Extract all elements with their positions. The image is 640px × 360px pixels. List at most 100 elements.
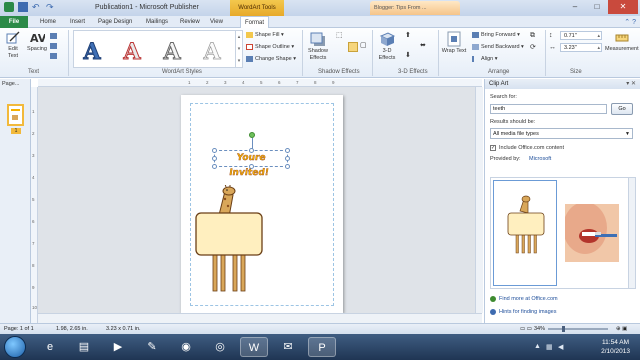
tilt-up-icon[interactable]: ⬆ xyxy=(405,32,411,40)
edit-text-button[interactable]: Edit Text xyxy=(3,31,23,60)
window-controls: – □ ✕ xyxy=(564,0,638,14)
width-input[interactable]: 3.23" xyxy=(560,43,602,52)
same-letter-heights-icon[interactable] xyxy=(50,32,59,40)
publisher-app-icon[interactable] xyxy=(4,2,14,12)
media-type-select[interactable]: All media file types ▼ xyxy=(490,128,633,139)
wordart-style-light[interactable]: A xyxy=(200,37,224,67)
results-scrollbar[interactable] xyxy=(628,178,635,288)
rotate-icon[interactable]: ⟳ xyxy=(530,44,536,52)
publication-page[interactable]: Youre Invited! xyxy=(181,95,343,313)
vertical-scrollbar[interactable] xyxy=(475,87,483,313)
zoom-level: 34% xyxy=(534,326,546,332)
shape-fill-button[interactable]: Shape Fill ▾ xyxy=(246,31,284,39)
chevron-down-icon: ▼ xyxy=(625,131,630,137)
resize-handle-top-left[interactable] xyxy=(212,148,217,153)
tab-page-design[interactable]: Page Design xyxy=(98,16,132,28)
volume-icon[interactable]: ◀ xyxy=(558,343,563,351)
tab-format[interactable]: Format xyxy=(240,16,270,28)
bring-forward-button[interactable]: Bring Forward ▾ xyxy=(472,31,520,39)
wordart-style-red[interactable]: A xyxy=(120,37,144,67)
resize-handle-right[interactable] xyxy=(285,156,290,161)
wordart-text[interactable]: Youre Invited! xyxy=(218,151,284,178)
page-thumbnail[interactable] xyxy=(7,104,24,126)
horizontal-scrollbar[interactable] xyxy=(38,313,482,323)
view-buttons-icon[interactable]: ▭ ▭ xyxy=(520,324,532,334)
clip-art-results xyxy=(490,177,636,289)
close-pane-icon[interactable]: ▾ ✕ xyxy=(626,79,636,89)
shadow-effects-button[interactable]: Shadow Effects xyxy=(305,31,331,62)
change-shape-button[interactable]: Change Shape ▾ xyxy=(246,55,296,63)
height-icon: ↕ xyxy=(549,32,553,39)
show-hidden-icons-icon[interactable]: ▲ xyxy=(534,343,541,350)
search-input[interactable]: teeth xyxy=(490,104,607,114)
tilt-right-icon[interactable]: ⬌ xyxy=(420,42,426,50)
publisher-taskbar-icon[interactable]: P xyxy=(308,337,336,357)
media-player-icon[interactable]: ▶ xyxy=(104,337,132,357)
wordart-style-gray[interactable]: A xyxy=(160,37,184,67)
align-text-icon[interactable] xyxy=(50,52,59,60)
align-button[interactable]: Align ▾ xyxy=(472,55,498,63)
tab-insert[interactable]: Insert xyxy=(70,16,85,28)
clip-art-pane: Clip Art ▾ ✕ Search for: teeth Go Result… xyxy=(484,79,640,323)
tab-home[interactable]: Home xyxy=(40,16,56,28)
vertical-text-icon[interactable] xyxy=(50,42,59,50)
browser-tab[interactable]: Blogger: Tips From ... xyxy=(370,1,460,15)
tilt-down-icon[interactable]: ⬇ xyxy=(405,52,411,60)
minimize-button[interactable]: – xyxy=(564,0,586,14)
wordart-style-blue[interactable]: A xyxy=(80,37,104,67)
resize-handle-bottom-left[interactable] xyxy=(212,164,217,169)
shape-outline-button[interactable]: Shape Outline ▾ xyxy=(246,43,294,51)
close-button[interactable]: ✕ xyxy=(608,0,638,14)
explorer-icon[interactable]: ▤ xyxy=(70,337,98,357)
spacing-button[interactable]: AV Spacing xyxy=(26,31,48,53)
find-more-link[interactable]: Find more at Office.com xyxy=(499,296,558,302)
group-icon[interactable]: ⧉ xyxy=(530,32,535,40)
shadow-on-off-icon[interactable] xyxy=(348,42,358,52)
go-button[interactable]: Go xyxy=(611,103,633,115)
provided-by-label: Provided by: xyxy=(490,156,521,162)
firefox-icon[interactable]: ◉ xyxy=(172,337,200,357)
page-status[interactable]: Page: 1 of 1 xyxy=(4,324,34,334)
outlook-icon[interactable]: ✉ xyxy=(274,337,302,357)
nudge-shadow-right-icon[interactable]: ▢ xyxy=(360,42,367,50)
three-d-effects-button[interactable]: 3-D Effects xyxy=(375,31,399,62)
resize-handle-bottom-right[interactable] xyxy=(285,164,290,169)
result-teeth-photo[interactable] xyxy=(563,202,619,262)
zoom-slider[interactable] xyxy=(548,328,608,330)
word-icon[interactable]: W xyxy=(240,337,268,357)
gallery-scroll[interactable]: ▴ ▾ ▾ xyxy=(235,31,242,67)
wrap-text-button[interactable]: Wrap Text xyxy=(441,31,467,55)
network-icon[interactable]: ▦ xyxy=(546,343,553,351)
help-icon[interactable]: ⌃ ? xyxy=(624,18,636,26)
tab-view[interactable]: View xyxy=(210,16,223,28)
ie-icon[interactable]: e xyxy=(36,337,64,357)
start-button[interactable] xyxy=(4,336,26,358)
chrome-icon[interactable]: ◎ xyxy=(206,337,234,357)
pin-icon[interactable]: ✎ xyxy=(138,337,166,357)
tab-file[interactable]: File xyxy=(0,16,28,28)
resize-handle-top-right[interactable] xyxy=(285,148,290,153)
help-hints-icon xyxy=(490,309,496,315)
resize-handle-left[interactable] xyxy=(212,156,217,161)
fit-page-icon[interactable]: ⊕ ▣ xyxy=(616,324,627,334)
result-giraffe[interactable] xyxy=(493,180,557,286)
send-backward-button[interactable]: Send Backward ▾ xyxy=(472,43,524,51)
nudge-shadow-up-icon[interactable]: ⬚ xyxy=(336,32,343,40)
undo-icon[interactable]: ↶ xyxy=(32,2,42,12)
page-number: 1 xyxy=(11,128,21,134)
wordart-styles-gallery: A A A A ▴ ▾ ▾ xyxy=(73,30,243,68)
hints-link[interactable]: Hints for finding images xyxy=(499,309,556,315)
redo-icon[interactable]: ↷ xyxy=(46,2,56,12)
giraffe-clipart[interactable] xyxy=(191,185,271,295)
measurement-button[interactable]: Measurement xyxy=(605,31,639,53)
tab-mailings[interactable]: Mailings xyxy=(146,16,168,28)
maximize-button[interactable]: □ xyxy=(586,0,608,14)
tab-review[interactable]: Review xyxy=(180,16,200,28)
edit-text-icon xyxy=(6,31,20,44)
page-thumbnail-preview xyxy=(11,109,20,120)
zoom-slider-thumb[interactable] xyxy=(562,326,565,332)
include-office-checkbox[interactable]: ✓ xyxy=(490,145,496,151)
clock[interactable]: 11:54 AM 2/10/2013 xyxy=(601,338,630,356)
height-input[interactable]: 0.71" xyxy=(560,31,602,40)
save-icon[interactable] xyxy=(18,2,28,12)
